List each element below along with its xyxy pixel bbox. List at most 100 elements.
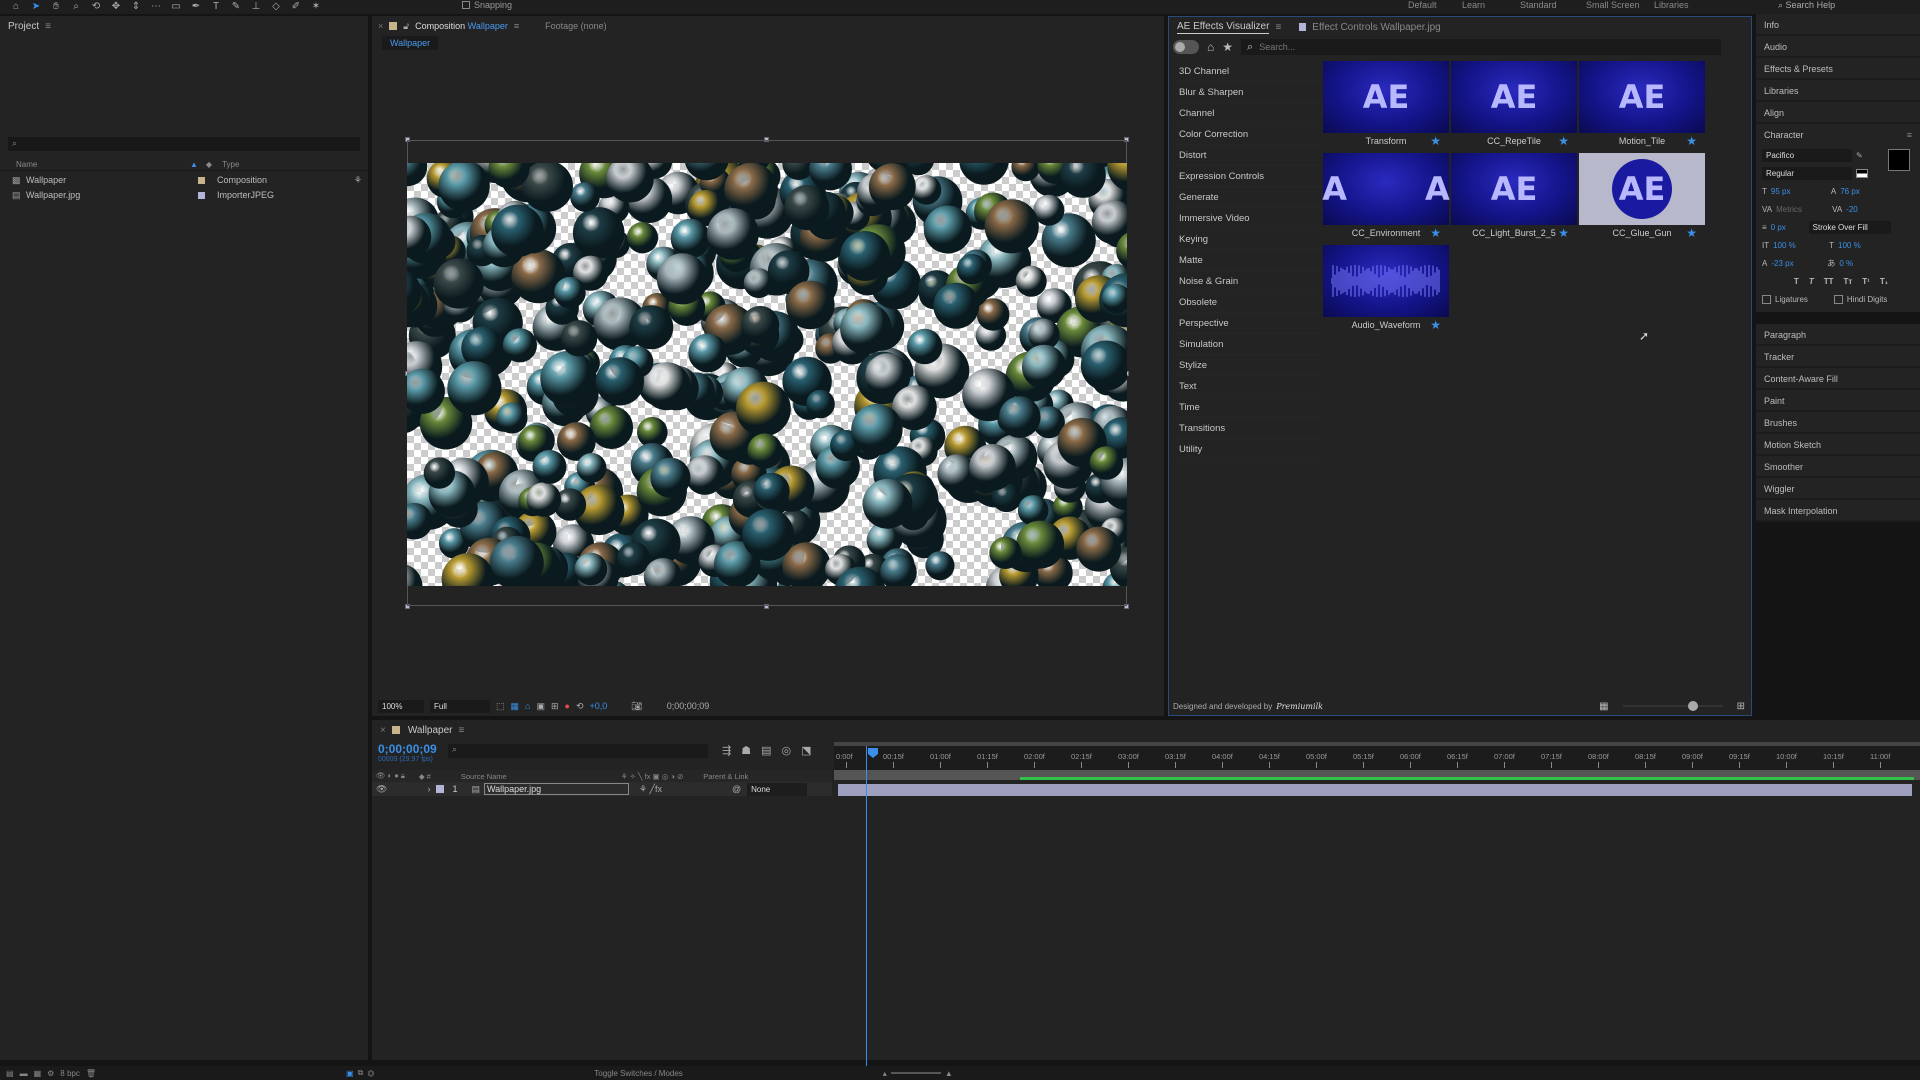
panel-tab-paragraph[interactable]: Paragraph bbox=[1756, 324, 1920, 346]
panel-tab-motion-sketch[interactable]: Motion Sketch bbox=[1756, 434, 1920, 456]
flowchart-icon[interactable]: ⚘ bbox=[354, 175, 362, 186]
panel-tab-align[interactable]: Align bbox=[1756, 102, 1920, 124]
transform-handle[interactable] bbox=[764, 137, 769, 142]
pickwhip-icon[interactable]: @ bbox=[732, 784, 741, 794]
transform-handle[interactable] bbox=[764, 604, 769, 609]
category-item[interactable]: Blur & Sharpen bbox=[1173, 82, 1321, 103]
column-name[interactable]: Name bbox=[16, 160, 186, 169]
label-color-swatch[interactable] bbox=[198, 176, 205, 184]
panel-tab-smoother[interactable]: Smoother bbox=[1756, 456, 1920, 478]
faux-bold-button[interactable]: T bbox=[1794, 277, 1799, 286]
superscript-button[interactable]: T¹ bbox=[1862, 277, 1870, 286]
mask-visibility-icon[interactable]: ⌂ bbox=[525, 701, 530, 711]
tracking-value[interactable]: -20 bbox=[1846, 205, 1858, 214]
workspace-tab[interactable]: Small Screen bbox=[1586, 0, 1640, 10]
panel-tab-effects-presets[interactable]: Effects & Presets bbox=[1756, 58, 1920, 80]
subscript-button[interactable]: T₁ bbox=[1880, 277, 1888, 286]
kerning-value[interactable]: Metrics bbox=[1776, 205, 1828, 214]
search-help[interactable]: ⌕ Search Help bbox=[1778, 0, 1835, 10]
pan-behind-icon[interactable]: ⋯ bbox=[146, 1, 166, 13]
effect-tile[interactable]: AE CC_RepeTile ★ bbox=[1451, 61, 1577, 149]
font-family-select[interactable]: Pacifico bbox=[1762, 148, 1852, 162]
horizontal-scale-value[interactable]: 100 % bbox=[1838, 241, 1861, 250]
font-size-value[interactable]: 95 px bbox=[1771, 187, 1827, 196]
thumbnail-size-slider[interactable] bbox=[1622, 701, 1723, 711]
layer-search-input[interactable]: ⌕ bbox=[448, 744, 708, 758]
layer-row[interactable]: 👁︎ › 1 ▤ Wallpaper.jpg ⚘ ╱fx @ None bbox=[372, 782, 832, 796]
category-item[interactable]: Color Correction bbox=[1173, 124, 1321, 145]
label-color-swatch[interactable] bbox=[198, 191, 205, 199]
favorite-star-icon[interactable]: ★ bbox=[1430, 318, 1441, 332]
panel-menu-icon[interactable]: ≡ bbox=[514, 21, 519, 31]
category-item[interactable]: Obsolete bbox=[1173, 292, 1321, 313]
new-folder-icon[interactable]: ▬ bbox=[20, 1069, 28, 1078]
project-search-input[interactable]: ⌕ bbox=[8, 137, 360, 151]
trash-icon[interactable]: 🗑︎ bbox=[86, 1069, 96, 1078]
shy-layers-icon[interactable]: ☗ bbox=[741, 744, 751, 757]
expand-chevron-icon[interactable]: › bbox=[427, 784, 430, 794]
eyedropper-icon[interactable]: ✎ bbox=[1856, 151, 1863, 160]
category-item[interactable]: Expression Controls bbox=[1173, 166, 1321, 187]
toggle-switches-modes[interactable]: Toggle Switches / Modes bbox=[594, 1069, 683, 1078]
transform-handle[interactable] bbox=[405, 137, 410, 142]
timeline-timecode[interactable]: 0;00;00;09 bbox=[378, 742, 437, 756]
comp-subtab[interactable]: Wallpaper bbox=[382, 36, 439, 50]
layer-label-color[interactable] bbox=[436, 785, 445, 793]
dolly-icon[interactable]: ⇕ bbox=[126, 1, 146, 13]
column-source-name[interactable]: Source Name bbox=[461, 772, 621, 781]
pan-icon[interactable]: ✥ bbox=[106, 1, 126, 13]
category-item[interactable]: Simulation bbox=[1173, 334, 1321, 355]
selection-icon[interactable]: ➤ bbox=[26, 1, 46, 13]
category-item[interactable]: Stylize bbox=[1173, 355, 1321, 376]
panel-tab-wiggler[interactable]: Wiggler bbox=[1756, 478, 1920, 500]
label-icon[interactable]: ◆ bbox=[206, 160, 212, 169]
zoom-select[interactable]: 100% bbox=[378, 699, 424, 713]
snapshot-icon[interactable]: 📷︎ bbox=[631, 701, 642, 712]
project-item[interactable]: ▩ Wallpaper Composition ⚘ bbox=[12, 173, 362, 187]
tab-timeline-wallpaper[interactable]: Wallpaper bbox=[408, 725, 453, 736]
transform-handle[interactable] bbox=[1124, 137, 1129, 142]
favorite-star-icon[interactable]: ★ bbox=[1686, 226, 1697, 240]
panel-tab-brushes[interactable]: Brushes bbox=[1756, 412, 1920, 434]
theme-toggle[interactable] bbox=[1173, 40, 1199, 54]
transparency-grid-icon[interactable]: ▦ bbox=[511, 701, 520, 712]
tab-composition[interactable]: Composition Wallpaper bbox=[415, 21, 508, 31]
exposure-value[interactable]: +0,0 bbox=[590, 701, 608, 711]
category-item[interactable]: Channel bbox=[1173, 103, 1321, 124]
workspace-tab[interactable]: Learn bbox=[1462, 0, 1485, 10]
transform-handle[interactable] bbox=[405, 604, 410, 609]
ligatures-checkbox[interactable] bbox=[1762, 294, 1771, 304]
channel-icon[interactable]: ● bbox=[565, 701, 570, 711]
effect-tile[interactable]: AE Transform ★ bbox=[1323, 61, 1449, 149]
resolution-select[interactable]: Full bbox=[430, 699, 490, 713]
workspace-tab[interactable]: Default bbox=[1408, 0, 1437, 10]
favorite-star-icon[interactable]: ★ bbox=[1430, 226, 1441, 240]
category-item[interactable]: Perspective bbox=[1173, 313, 1321, 334]
panel-menu-icon[interactable]: ≡ bbox=[459, 725, 465, 736]
panel-tab-paint[interactable]: Paint bbox=[1756, 390, 1920, 412]
frame-blending-icon[interactable]: ▤ bbox=[761, 744, 771, 757]
tab-effect-controls[interactable]: Effect Controls Wallpaper.jpg bbox=[1312, 22, 1440, 33]
switch-icons[interactable]: ⚘ ╱fx bbox=[639, 784, 662, 795]
baseline-shift-value[interactable]: -23 px bbox=[1771, 259, 1823, 268]
eraser-icon[interactable]: ◇ bbox=[266, 1, 286, 13]
small-grid-icon[interactable]: ▦ bbox=[1599, 701, 1608, 712]
leading-value[interactable]: 76 px bbox=[1840, 187, 1860, 196]
work-area-range[interactable] bbox=[834, 770, 1920, 780]
tab-footage[interactable]: Footage (none) bbox=[545, 21, 607, 31]
puppet-icon[interactable]: ✶ bbox=[306, 1, 326, 13]
roto-brush-icon[interactable]: ✐ bbox=[286, 1, 306, 13]
composition-canvas[interactable] bbox=[407, 163, 1127, 586]
panel-menu-icon[interactable]: ≡ bbox=[1907, 124, 1912, 146]
favorites-star-icon[interactable]: ★ bbox=[1222, 40, 1233, 54]
large-grid-icon[interactable]: ⊞ bbox=[1737, 701, 1745, 712]
hand-icon[interactable]: ✋︎ bbox=[46, 1, 66, 13]
category-item[interactable]: Utility bbox=[1173, 439, 1321, 460]
layer-duration-bar[interactable] bbox=[838, 784, 1912, 796]
brush-icon[interactable]: ✎ bbox=[226, 1, 246, 13]
category-item[interactable]: Generate bbox=[1173, 187, 1321, 208]
interpret-footage-icon[interactable]: ▤ bbox=[6, 1069, 14, 1078]
orbit-icon[interactable]: ⟲ bbox=[86, 1, 106, 13]
project-settings-icon[interactable]: ⚙ bbox=[47, 1069, 54, 1078]
panel-menu-icon[interactable]: ≡ bbox=[1275, 22, 1281, 33]
